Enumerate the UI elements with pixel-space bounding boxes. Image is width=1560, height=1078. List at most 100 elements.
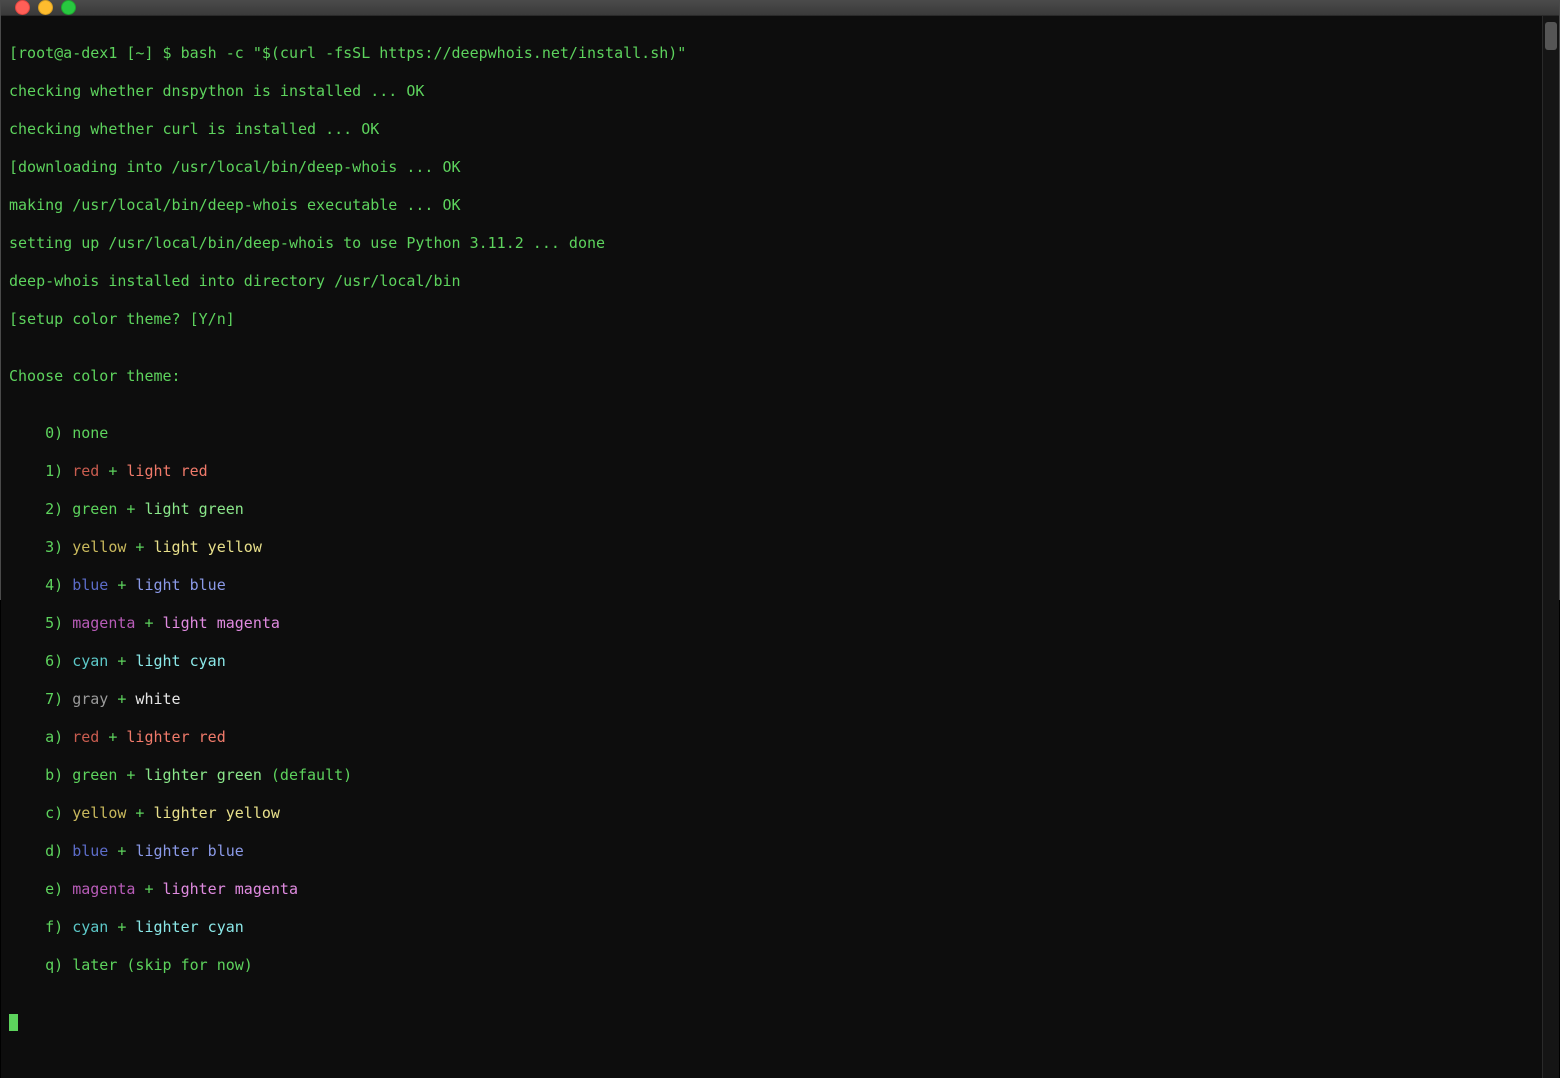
theme-option[interactable]: 4) blue + light blue <box>9 576 1534 595</box>
option-color-b: light cyan <box>135 652 225 670</box>
option-color-b: lighter cyan <box>135 918 243 936</box>
option-plus: + <box>135 614 162 632</box>
option-key: 2) <box>45 500 72 518</box>
option-key: 1) <box>45 462 72 480</box>
option-plus: + <box>108 918 135 936</box>
option-color-a: green <box>72 766 117 784</box>
option-plus: + <box>117 500 144 518</box>
option-color-a: blue <box>72 576 108 594</box>
output-line: [downloading into /usr/local/bin/deep-wh… <box>9 158 1534 177</box>
option-color-b: light yellow <box>153 538 261 556</box>
close-icon[interactable] <box>15 0 30 15</box>
option-key: d) <box>45 842 72 860</box>
prompt-line: [root@a-dex1 [~] $ bash -c "$(curl -fsSL… <box>9 44 1534 63</box>
prompt-bracket: [ <box>9 44 18 62</box>
option-color-b: lighter red <box>126 728 225 746</box>
output-line: [setup color theme? [Y/n] <box>9 310 1534 329</box>
option-plus: + <box>108 690 135 708</box>
option-plus: + <box>108 842 135 860</box>
option-color-b: light green <box>144 500 243 518</box>
option-plus: + <box>126 538 153 556</box>
maximize-icon[interactable] <box>61 0 76 15</box>
option-plus: + <box>99 462 126 480</box>
option-key: f) <box>45 918 72 936</box>
prompt-user-host: root@a-dex1 <box>18 44 117 62</box>
theme-option[interactable]: a) red + lighter red <box>9 728 1534 747</box>
theme-option[interactable]: c) yellow + lighter yellow <box>9 804 1534 823</box>
option-color-a: magenta <box>72 614 135 632</box>
option-key: 3) <box>45 538 72 556</box>
theme-option[interactable]: 5) magenta + light magenta <box>9 614 1534 633</box>
option-suffix: (default) <box>262 766 352 784</box>
option-key: 7) <box>45 690 72 708</box>
option-color-a: green <box>72 500 117 518</box>
theme-option[interactable]: 2) green + light green <box>9 500 1534 519</box>
theme-option[interactable]: 0) none <box>9 424 1534 443</box>
option-plus: + <box>117 766 144 784</box>
option-color-a: yellow <box>72 804 126 822</box>
cursor-line[interactable] <box>9 1013 1534 1032</box>
output-line: checking whether curl is installed ... O… <box>9 120 1534 139</box>
option-color-a: cyan <box>72 652 108 670</box>
option-color-b: lighter magenta <box>163 880 298 898</box>
option-label: later (skip for now) <box>72 956 253 974</box>
option-key: 4) <box>45 576 72 594</box>
option-key: a) <box>45 728 72 746</box>
option-key: 6) <box>45 652 72 670</box>
option-color-b: lighter yellow <box>153 804 279 822</box>
theme-option[interactable]: b) green + lighter green (default) <box>9 766 1534 785</box>
option-plus: + <box>108 652 135 670</box>
theme-option[interactable]: 6) cyan + light cyan <box>9 652 1534 671</box>
option-color-a: cyan <box>72 918 108 936</box>
output-line: checking whether dnspython is installed … <box>9 82 1534 101</box>
theme-option[interactable]: 3) yellow + light yellow <box>9 538 1534 557</box>
output-line: setting up /usr/local/bin/deep-whois to … <box>9 234 1534 253</box>
option-color-a: blue <box>72 842 108 860</box>
prompt-cwd: [~] $ <box>117 44 180 62</box>
theme-option[interactable]: f) cyan + lighter cyan <box>9 918 1534 937</box>
bracket-icon: [ <box>9 310 18 328</box>
option-color-a: red <box>72 462 99 480</box>
output-line: deep-whois installed into directory /usr… <box>9 272 1534 291</box>
option-color-a: gray <box>72 690 108 708</box>
prompt-question: setup color theme? [Y/n] <box>18 310 235 328</box>
terminal-window: [root@a-dex1 [~] $ bash -c "$(curl -fsSL… <box>0 0 1560 600</box>
option-key: b) <box>45 766 72 784</box>
option-plus: + <box>126 804 153 822</box>
option-color-b: light red <box>126 462 207 480</box>
option-label: none <box>72 424 108 442</box>
theme-option[interactable]: d) blue + lighter blue <box>9 842 1534 861</box>
option-key: 0) <box>45 424 72 442</box>
option-color-b: light blue <box>135 576 225 594</box>
option-plus: + <box>108 576 135 594</box>
bracket-icon: [ <box>9 158 18 176</box>
theme-heading: Choose color theme: <box>9 367 1534 386</box>
output-text: downloading into /usr/local/bin/deep-who… <box>18 158 461 176</box>
option-color-b: lighter green <box>144 766 261 784</box>
option-color-b: light magenta <box>163 614 280 632</box>
output-line: making /usr/local/bin/deep-whois executa… <box>9 196 1534 215</box>
option-key: 5) <box>45 614 72 632</box>
scrollbar-thumb[interactable] <box>1545 22 1557 50</box>
text-cursor-icon <box>9 1014 18 1031</box>
prompt-command: bash -c "$(curl -fsSL https://deepwhois.… <box>181 44 687 62</box>
terminal-output[interactable]: [root@a-dex1 [~] $ bash -c "$(curl -fsSL… <box>1 16 1542 1078</box>
vertical-scrollbar[interactable] <box>1542 16 1559 1078</box>
theme-option[interactable]: 7) gray + white <box>9 690 1534 709</box>
terminal-body: [root@a-dex1 [~] $ bash -c "$(curl -fsSL… <box>1 16 1559 1078</box>
theme-option[interactable]: q) later (skip for now) <box>9 956 1534 975</box>
option-color-b: white <box>135 690 180 708</box>
theme-option[interactable]: e) magenta + lighter magenta <box>9 880 1534 899</box>
option-color-a: magenta <box>72 880 135 898</box>
option-key: q) <box>45 956 72 974</box>
option-plus: + <box>135 880 162 898</box>
option-color-b: lighter blue <box>135 842 243 860</box>
minimize-icon[interactable] <box>38 0 53 15</box>
option-key: c) <box>45 804 72 822</box>
option-key: e) <box>45 880 72 898</box>
window-titlebar <box>1 0 1559 16</box>
option-color-a: yellow <box>72 538 126 556</box>
option-color-a: red <box>72 728 99 746</box>
theme-option[interactable]: 1) red + light red <box>9 462 1534 481</box>
option-plus: + <box>99 728 126 746</box>
